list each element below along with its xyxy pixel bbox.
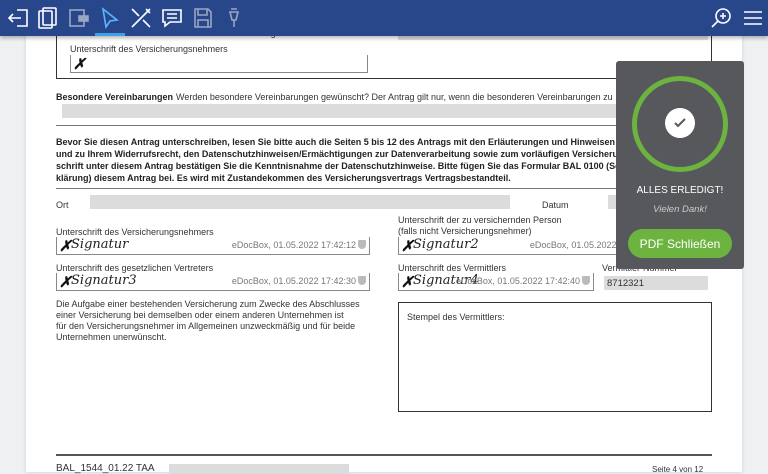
pages-icon[interactable]: [35, 5, 61, 31]
menu-icon[interactable]: [740, 5, 766, 31]
disclaimer-line: Unternehmen unerwünscht.: [56, 332, 167, 342]
pointer-icon[interactable]: [97, 5, 123, 31]
disclaimer-line: Die Aufgabe einer bestehenden Versicheru…: [56, 299, 360, 309]
sig-stamp: eDocBox, 01.05.2022 17:42:30: [231, 276, 356, 286]
shield-icon: [582, 276, 590, 285]
completion-panel: ALLES ERLEDIGT! Vielen Dank! PDF Schließ…: [616, 61, 744, 269]
datum-label: Datum: [542, 200, 569, 210]
completion-title: ALLES ERLEDIGT!: [636, 185, 724, 196]
ort-input[interactable]: [90, 195, 510, 209]
disclaimer-line: einer Versicherung bei demselben oder ei…: [56, 310, 344, 320]
footer-code: BAL_1544_01.22 TAA: [56, 463, 155, 474]
notice-line: klärung) diesem Antrag bei. Es wird mit …: [56, 173, 511, 183]
divider: [56, 125, 712, 126]
signature-field-person[interactable]: ✗ Signatur2 eDocBox, 01.05.2022 17:42:: [398, 237, 648, 255]
handwriting: Signatur2: [413, 237, 479, 252]
toolbar: [0, 0, 768, 36]
signature-field-vn[interactable]: ✗ Signatur eDocBox, 01.05.2022 17:42:12: [56, 237, 370, 255]
notice-line: Bevor Sie diesen Antrag unterschreiben, …: [56, 137, 668, 147]
sig-label: Unterschrift des Vermittlers: [398, 263, 507, 273]
vermittler-number-input[interactable]: 8712321: [604, 276, 708, 290]
shield-icon: [358, 276, 366, 285]
save-icon[interactable]: [190, 5, 216, 31]
zoom-in-icon[interactable]: [708, 5, 734, 31]
pen-icon[interactable]: [221, 5, 247, 31]
exit-icon[interactable]: [6, 5, 32, 31]
notice-line: und zu Ihrem Widerrufsrecht, den Datensc…: [56, 149, 635, 159]
sig-label: (falls nicht Versicherungsnehmer): [398, 226, 532, 236]
special-text: Werden besondere Vereinbarungen gewünsch…: [176, 92, 613, 102]
divider: [56, 188, 712, 189]
notice-line: schrift unter diesem Antrag bestätigen S…: [56, 161, 646, 171]
handwriting: Signatur: [71, 237, 129, 252]
special-input[interactable]: [62, 104, 662, 118]
signature-field-vermittler[interactable]: ✗ Signatur4 eDocBox, 01.05.2022 17:42:40: [398, 273, 594, 291]
sig-label: Unterschrift der zu versichernden Person: [398, 215, 562, 225]
close-pdf-button[interactable]: PDF Schließen: [628, 229, 732, 258]
handwriting: Signatur3: [71, 273, 137, 288]
sig-label: Unterschrift des Versicherungsnehmers: [56, 227, 214, 237]
ort-label: Ort: [56, 200, 69, 210]
form-field-icon[interactable]: [66, 5, 92, 31]
signature-field-empty[interactable]: ✗: [70, 55, 368, 73]
signature-field-vertreter[interactable]: ✗ Signatur3 eDocBox, 01.05.2022 17:42:30: [56, 273, 370, 291]
comment-icon[interactable]: [159, 5, 185, 31]
footer-divider: [56, 454, 712, 456]
shield-icon: [358, 240, 366, 249]
completion-subtitle: Vielen Dank!: [653, 204, 707, 215]
check-icon: [665, 108, 695, 138]
sig-stamp: eDocBox, 01.05.2022 17:42:40: [455, 276, 580, 286]
sig-label: Unterschrift des Versicherungsnehmers: [70, 44, 228, 54]
active-tool-indicator: [95, 33, 125, 36]
stamp-label: Stempel des Vermittlers:: [407, 312, 505, 322]
special-label: Besondere Vereinbarungen: [56, 92, 174, 102]
tools-icon[interactable]: [128, 5, 154, 31]
sig-stamp: eDocBox, 01.05.2022 17:42:12: [231, 240, 356, 250]
sig-label: Unterschrift des gesetzlichen Vertreters: [56, 263, 214, 273]
disclaimer-line: für den Versicherungsnehmer im Allgemein…: [56, 321, 356, 331]
page-number: Seite 4 von 12: [652, 465, 704, 474]
footer-field: [169, 464, 349, 474]
